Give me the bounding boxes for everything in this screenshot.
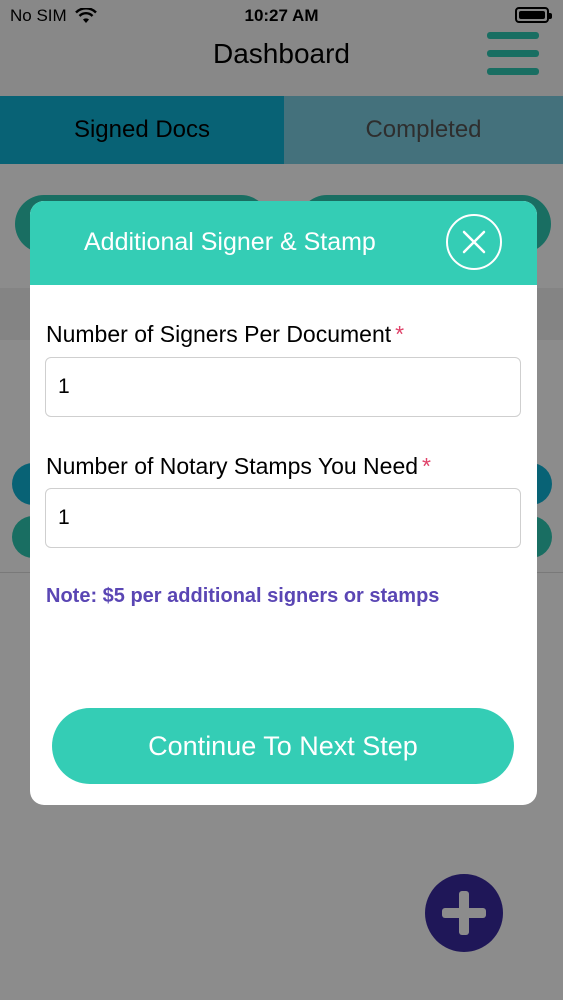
required-marker: * <box>422 453 431 479</box>
modal-title: Additional Signer & Stamp <box>84 228 376 256</box>
signers-label: Number of Signers Per Document * <box>46 321 404 348</box>
modal-header: Additional Signer & Stamp <box>30 201 537 285</box>
additional-signer-modal: Additional Signer & Stamp Number of Sign… <box>30 201 537 805</box>
continue-button[interactable]: Continue To Next Step <box>52 708 514 784</box>
screen: No SIM 10:27 AM Dashboard Signed Docs Co… <box>0 0 563 1000</box>
stamps-label-text: Number of Notary Stamps You Need <box>46 453 419 479</box>
signers-input[interactable] <box>45 357 521 417</box>
stamps-label: Number of Notary Stamps You Need * <box>46 453 431 480</box>
pricing-note: Note: $5 per additional signers or stamp… <box>46 585 440 607</box>
stamps-input[interactable] <box>45 488 521 548</box>
close-icon <box>462 230 486 254</box>
required-marker: * <box>395 321 405 347</box>
close-button[interactable] <box>446 214 502 270</box>
signers-label-text: Number of Signers Per Document <box>46 321 392 347</box>
